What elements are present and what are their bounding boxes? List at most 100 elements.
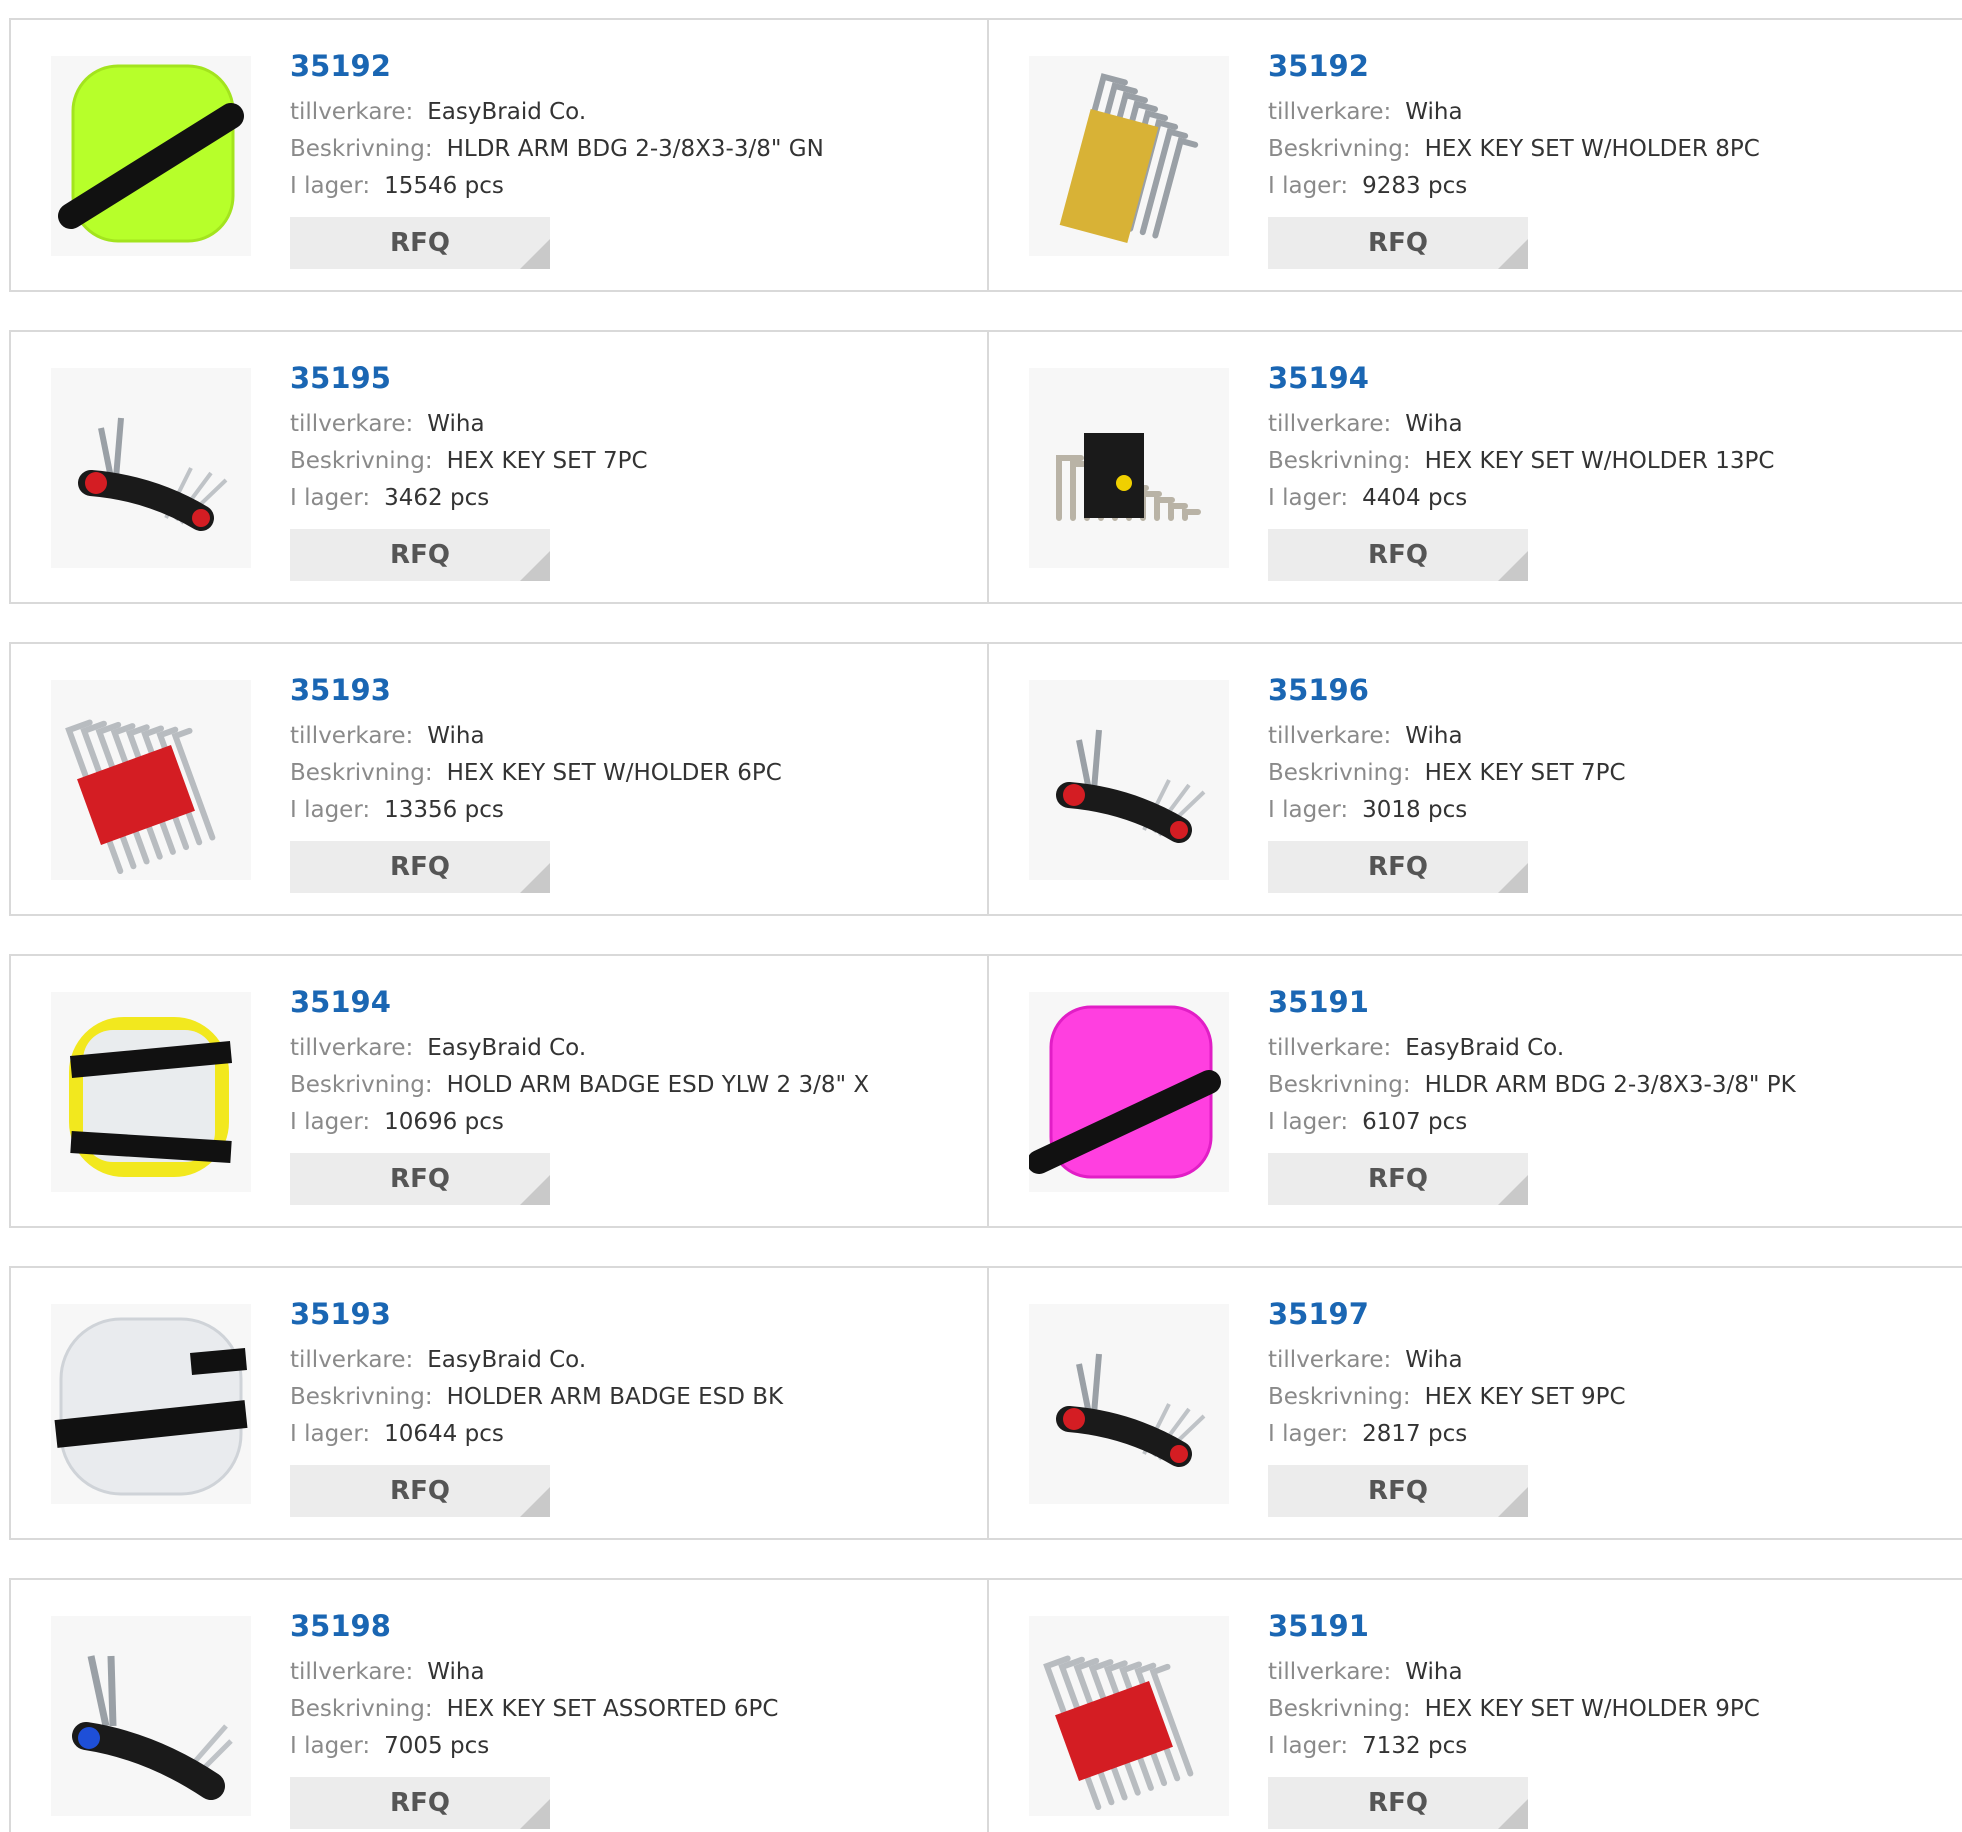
manufacturer-line: tillverkare: Wiha: [290, 406, 648, 443]
part-number-link[interactable]: 35192: [290, 48, 824, 84]
rfq-button[interactable]: RFQ: [1268, 1153, 1528, 1205]
product-card: 35191 tillverkare: Wiha Beskrivning: HEX K…: [989, 1580, 1962, 1832]
rfq-button[interactable]: RFQ: [290, 529, 550, 581]
product-card: 35194 tillverkare: Wiha Beskrivning: HEX K…: [989, 332, 1962, 602]
product-image[interactable]: [1029, 56, 1229, 256]
description-line: Beskrivning: HEX KEY SET 9PC: [1268, 1379, 1626, 1416]
part-number-link[interactable]: 35191: [1268, 1608, 1760, 1644]
stock-value: 7005 pcs: [384, 1733, 490, 1759]
description-label: Beskrivning:: [290, 136, 433, 162]
description-line: Beskrivning: HEX KEY SET W/HOLDER 9PC: [1268, 1691, 1760, 1728]
description-label: Beskrivning:: [1268, 1072, 1411, 1098]
description-line: Beskrivning: HEX KEY SET 7PC: [290, 443, 648, 480]
description-value: HEX KEY SET W/HOLDER 8PC: [1424, 136, 1760, 162]
part-number-link[interactable]: 35197: [1268, 1296, 1626, 1332]
stock-label: I lager:: [290, 1733, 371, 1759]
stock-value: 9283 pcs: [1362, 173, 1468, 199]
product-image[interactable]: [1029, 1304, 1229, 1504]
part-number-link[interactable]: 35193: [290, 672, 782, 708]
manufacturer-value: EasyBraid Co.: [427, 1035, 587, 1061]
corner-fold-icon: [520, 863, 550, 893]
description-label: Beskrivning:: [1268, 136, 1411, 162]
manufacturer-line: tillverkare: EasyBraid Co.: [290, 1030, 869, 1067]
rfq-button[interactable]: RFQ: [290, 1153, 550, 1205]
product-image[interactable]: [1029, 680, 1229, 880]
product-row: 35193 tillverkare: Wiha Beskrivning: HEX K…: [9, 642, 1962, 916]
rfq-button[interactable]: RFQ: [290, 1777, 550, 1829]
stock-value: 7132 pcs: [1362, 1733, 1468, 1759]
manufacturer-value: EasyBraid Co.: [427, 1347, 587, 1373]
part-number-link[interactable]: 35195: [290, 360, 648, 396]
product-info: 35197 tillverkare: Wiha Beskrivning: HEX K…: [1268, 1296, 1626, 1517]
corner-fold-icon: [1498, 551, 1528, 581]
rfq-label: RFQ: [390, 1788, 450, 1818]
manufacturer-value: EasyBraid Co.: [1405, 1035, 1565, 1061]
part-number-link[interactable]: 35196: [1268, 672, 1626, 708]
rfq-button[interactable]: RFQ: [1268, 1777, 1528, 1829]
rfq-button[interactable]: RFQ: [290, 1465, 550, 1517]
rfq-button[interactable]: RFQ: [290, 841, 550, 893]
product-image[interactable]: [1029, 1616, 1229, 1816]
product-grid: 35192 tillverkare: EasyBraid Co. Beskrivn…: [0, 0, 1962, 1832]
product-image[interactable]: [51, 368, 251, 568]
part-number-link[interactable]: 35194: [290, 984, 869, 1020]
rfq-label: RFQ: [390, 1476, 450, 1506]
product-image[interactable]: [1029, 368, 1229, 568]
corner-fold-icon: [520, 239, 550, 269]
description-line: Beskrivning: HOLDER ARM BADGE ESD BK: [290, 1379, 783, 1416]
product-image[interactable]: [1029, 992, 1229, 1192]
manufacturer-label: tillverkare:: [290, 1659, 414, 1685]
corner-fold-icon: [520, 1175, 550, 1205]
stock-label: I lager:: [1268, 1733, 1349, 1759]
product-card: 35194 tillverkare: EasyBraid Co. Beskrivn…: [11, 956, 989, 1226]
product-info: 35193 tillverkare: Wiha Beskrivning: HEX K…: [290, 672, 782, 893]
corner-fold-icon: [1498, 1175, 1528, 1205]
description-line: Beskrivning: HEX KEY SET W/HOLDER 13PC: [1268, 443, 1774, 480]
stock-line: I lager: 9283 pcs: [1268, 168, 1760, 205]
product-row: 35192 tillverkare: EasyBraid Co. Beskrivn…: [9, 18, 1962, 292]
manufacturer-line: tillverkare: Wiha: [290, 718, 782, 755]
description-value: HLDR ARM BDG 2-3/8X3-3/8" PK: [1424, 1072, 1796, 1098]
product-image[interactable]: [51, 992, 251, 1192]
rfq-label: RFQ: [390, 852, 450, 882]
part-number-link[interactable]: 35192: [1268, 48, 1760, 84]
rfq-button[interactable]: RFQ: [290, 217, 550, 269]
stock-value: 10644 pcs: [384, 1421, 504, 1447]
product-image[interactable]: [51, 1304, 251, 1504]
product-card: 35193 tillverkare: Wiha Beskrivning: HEX K…: [11, 644, 989, 914]
manufacturer-value: EasyBraid Co.: [427, 99, 587, 125]
product-row: 35193 tillverkare: EasyBraid Co. Beskrivn…: [9, 1266, 1962, 1540]
stock-line: I lager: 7132 pcs: [1268, 1728, 1760, 1765]
stock-label: I lager:: [290, 797, 371, 823]
rfq-button[interactable]: RFQ: [1268, 529, 1528, 581]
stock-label: I lager:: [1268, 1109, 1349, 1135]
product-image[interactable]: [51, 56, 251, 256]
manufacturer-value: Wiha: [1405, 723, 1463, 749]
stock-line: I lager: 15546 pcs: [290, 168, 824, 205]
description-label: Beskrivning:: [290, 448, 433, 474]
part-number-link[interactable]: 35194: [1268, 360, 1774, 396]
description-line: Beskrivning: HOLD ARM BADGE ESD YLW 2 3/8…: [290, 1067, 869, 1104]
manufacturer-label: tillverkare:: [1268, 1659, 1392, 1685]
rfq-button[interactable]: RFQ: [1268, 1465, 1528, 1517]
product-image[interactable]: [51, 1616, 251, 1816]
stock-value: 6107 pcs: [1362, 1109, 1468, 1135]
part-number-link[interactable]: 35193: [290, 1296, 783, 1332]
description-label: Beskrivning:: [1268, 1384, 1411, 1410]
corner-fold-icon: [520, 551, 550, 581]
description-value: HEX KEY SET 7PC: [446, 448, 648, 474]
description-value: HEX KEY SET W/HOLDER 9PC: [1424, 1696, 1760, 1722]
rfq-button[interactable]: RFQ: [1268, 841, 1528, 893]
rfq-button[interactable]: RFQ: [1268, 217, 1528, 269]
product-info: 35195 tillverkare: Wiha Beskrivning: HEX K…: [290, 360, 648, 581]
description-value: HEX KEY SET W/HOLDER 6PC: [446, 760, 782, 786]
product-image[interactable]: [51, 680, 251, 880]
product-card: 35198 tillverkare: Wiha Beskrivning: HEX K…: [11, 1580, 989, 1832]
corner-fold-icon: [520, 1799, 550, 1829]
stock-line: I lager: 10644 pcs: [290, 1416, 783, 1453]
part-number-link[interactable]: 35191: [1268, 984, 1796, 1020]
stock-value: 15546 pcs: [384, 173, 504, 199]
part-number-link[interactable]: 35198: [290, 1608, 778, 1644]
stock-line: I lager: 2817 pcs: [1268, 1416, 1626, 1453]
description-label: Beskrivning:: [290, 760, 433, 786]
